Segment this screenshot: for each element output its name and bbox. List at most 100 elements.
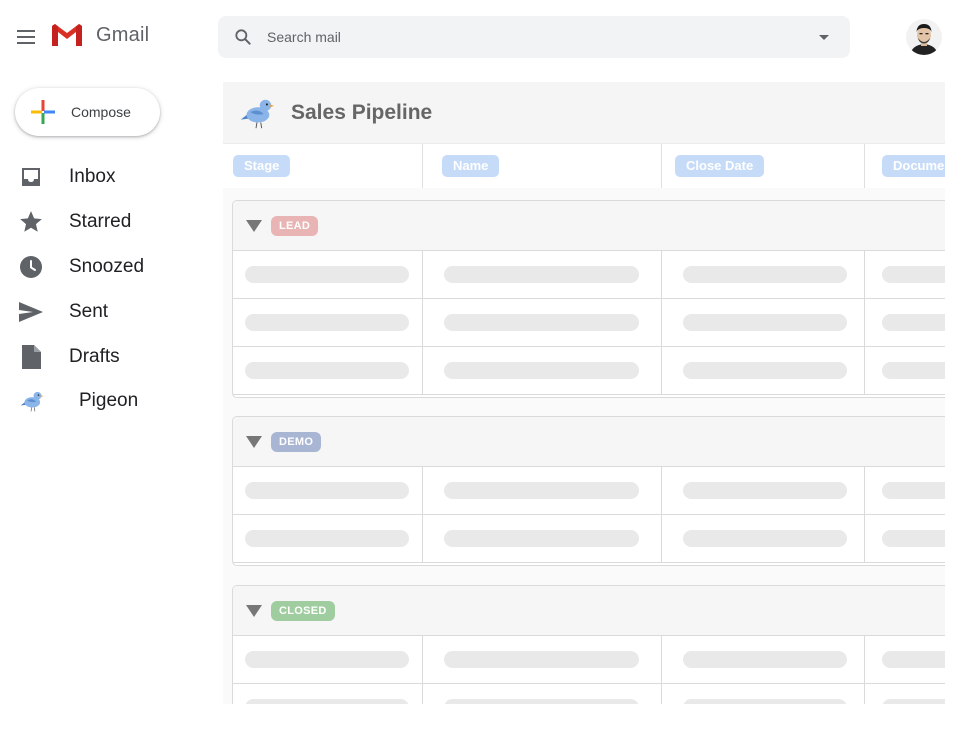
sidebar-item-label: Pigeon: [79, 390, 139, 412]
compose-button[interactable]: Compose: [15, 88, 160, 136]
cell-divider: [661, 299, 662, 347]
group-header[interactable]: CLOSED: [233, 586, 945, 636]
sidebar-item-sent[interactable]: Sent: [0, 289, 210, 334]
loading-placeholder: [882, 651, 945, 668]
loading-placeholder: [245, 314, 409, 331]
loading-placeholder: [444, 530, 639, 547]
column-divider: [661, 144, 662, 188]
clock-icon: [18, 254, 44, 280]
cell-divider: [661, 467, 662, 515]
sidebar-item-label: Inbox: [69, 166, 116, 188]
loading-placeholder: [444, 699, 639, 704]
loading-placeholder: [444, 651, 639, 668]
loading-placeholder: [882, 530, 945, 547]
pipeline-group-demo: DEMO: [232, 416, 945, 566]
sidebar-nav: Inbox Starred Snoozed Sent Drafts Pigeon: [0, 155, 210, 424]
group-header[interactable]: DEMO: [233, 417, 945, 467]
hamburger-icon: [17, 30, 35, 44]
sidebar-item-inbox[interactable]: Inbox: [0, 155, 210, 200]
column-chip: Stage: [233, 155, 291, 177]
loading-placeholder: [683, 266, 847, 283]
stage-tag: LEAD: [271, 215, 319, 236]
table-row[interactable]: [233, 467, 945, 515]
cell-divider: [661, 515, 662, 563]
gmail-m-icon: [52, 24, 82, 46]
group-header[interactable]: LEAD: [233, 201, 945, 251]
loading-placeholder: [245, 530, 409, 547]
cell-divider: [864, 347, 865, 395]
loading-placeholder: [882, 699, 945, 704]
collapse-triangle-icon[interactable]: [246, 604, 262, 617]
avatar-icon: [906, 19, 942, 55]
table-row[interactable]: [233, 515, 945, 563]
sidebar-item-label: Starred: [69, 211, 132, 233]
inbox-icon: [18, 164, 44, 190]
loading-placeholder: [245, 482, 409, 499]
search-icon[interactable]: [233, 27, 253, 47]
pigeon-logo-icon: [240, 99, 275, 128]
column-header-stage[interactable]: Stage: [223, 144, 422, 188]
column-chip: Documents: [882, 155, 945, 177]
search-options-icon[interactable]: [818, 31, 830, 43]
cell-divider: [422, 636, 423, 684]
pigeon-icon: [18, 388, 44, 414]
column-header-close-date[interactable]: Close Date: [661, 144, 864, 188]
loading-placeholder: [245, 362, 409, 379]
loading-placeholder: [683, 530, 847, 547]
loading-placeholder: [882, 482, 945, 499]
cell-divider: [422, 299, 423, 347]
pipeline-group-lead: LEAD: [232, 200, 945, 398]
pipeline-group-closed: CLOSED: [232, 585, 945, 704]
sidebar-item-drafts[interactable]: Drafts: [0, 334, 210, 379]
collapse-triangle-icon[interactable]: [246, 219, 262, 232]
loading-placeholder: [683, 651, 847, 668]
column-header-row: Stage Name Close Date Documents: [223, 144, 945, 188]
compose-label: Compose: [71, 104, 131, 120]
column-header-documents[interactable]: Documents: [864, 144, 945, 188]
star-icon: [18, 209, 44, 235]
column-header-name[interactable]: Name: [422, 144, 661, 188]
loading-placeholder: [444, 482, 639, 499]
account-avatar[interactable]: [906, 19, 942, 55]
table-row[interactable]: [233, 347, 945, 395]
pipeline-header: Sales Pipeline: [223, 82, 945, 144]
search-bar[interactable]: [218, 16, 850, 58]
compose-plus-icon: [31, 100, 55, 124]
cell-divider: [422, 347, 423, 395]
table-row[interactable]: [233, 636, 945, 684]
loading-placeholder: [444, 266, 639, 283]
sidebar-item-label: Snoozed: [69, 255, 145, 277]
table-row[interactable]: [233, 251, 945, 299]
stage-tag: CLOSED: [271, 600, 335, 621]
send-icon: [18, 299, 44, 325]
cell-divider: [864, 251, 865, 299]
sidebar-item-starred[interactable]: Starred: [0, 200, 210, 245]
cell-divider: [422, 515, 423, 563]
loading-placeholder: [245, 699, 409, 704]
page-title: Sales Pipeline: [291, 100, 433, 124]
sidebar-item-pigeon[interactable]: Pigeon: [0, 379, 210, 424]
sidebar-item-snoozed[interactable]: Snoozed: [0, 245, 210, 290]
loading-placeholder: [683, 699, 847, 704]
sidebar-item-label: Drafts: [69, 345, 120, 367]
drafts-icon: [18, 344, 44, 370]
cell-divider: [864, 636, 865, 684]
table-row[interactable]: [233, 299, 945, 347]
search-input[interactable]: [267, 29, 818, 45]
sidebar-item-label: Sent: [69, 300, 109, 322]
cell-divider: [864, 299, 865, 347]
table-row[interactable]: [233, 684, 945, 704]
main-menu-button[interactable]: [14, 26, 38, 48]
column-chip: Name: [442, 155, 500, 177]
loading-placeholder: [683, 482, 847, 499]
cell-divider: [661, 347, 662, 395]
cell-divider: [864, 467, 865, 515]
gmail-logo[interactable]: Gmail: [50, 22, 149, 48]
loading-placeholder: [245, 651, 409, 668]
column-chip: Close Date: [675, 155, 765, 177]
loading-placeholder: [444, 314, 639, 331]
cell-divider: [661, 684, 662, 704]
collapse-triangle-icon[interactable]: [246, 435, 262, 448]
pipeline-panel: Sales Pipeline Stage Name Close Date Doc…: [223, 82, 945, 704]
loading-placeholder: [882, 314, 945, 331]
